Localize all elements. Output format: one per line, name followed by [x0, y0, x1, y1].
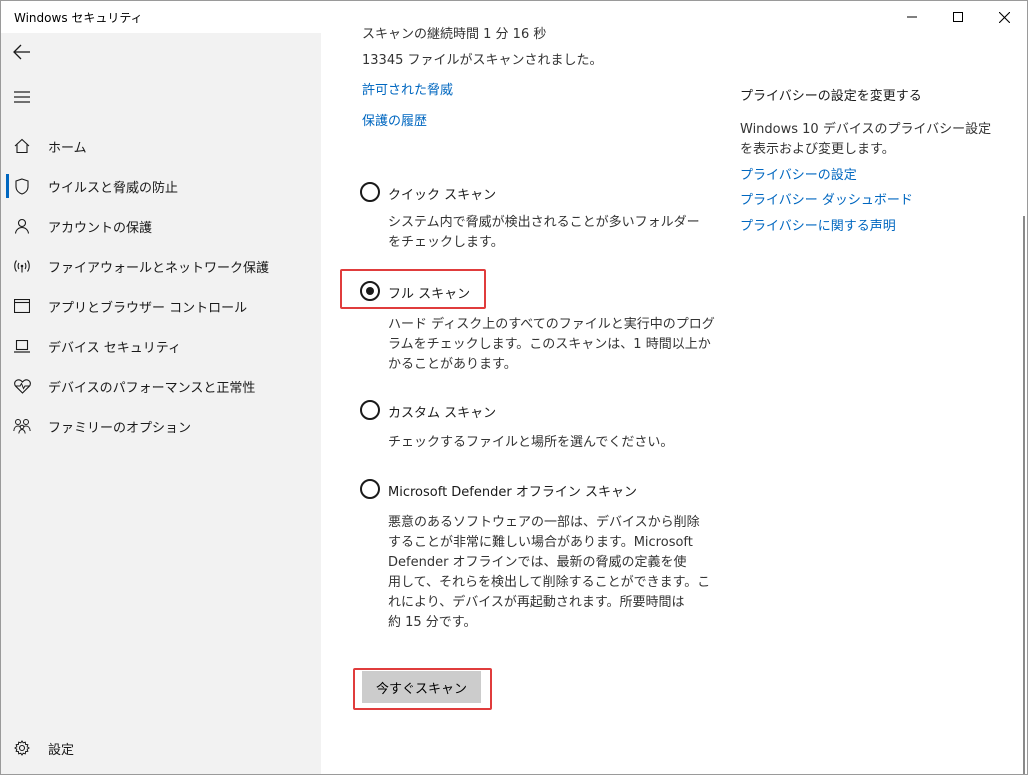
gear-icon	[13, 739, 31, 757]
person-icon	[13, 217, 31, 235]
sidebar-item-label: アプリとブラウザー コントロール	[48, 300, 248, 316]
scan-duration-text: スキャンの継続時間 1 分 16 秒	[362, 27, 547, 42]
full-scan-radio[interactable]	[360, 281, 380, 301]
privacy-description: Windows 10 デバイスのプライバシー設定	[740, 122, 992, 137]
close-icon	[998, 11, 1010, 23]
privacy-dashboard-link[interactable]: プライバシー ダッシュボード	[740, 189, 913, 208]
shield-icon	[13, 177, 31, 195]
option-description: 用して、それらを検出して削除することができます。こ	[388, 575, 711, 590]
sidebar-item-account-protection[interactable]: アカウントの保護	[1, 206, 321, 246]
app-window-icon	[13, 297, 31, 315]
sidebar-item-device-security[interactable]: デバイス セキュリティ	[1, 326, 321, 366]
option-description: Defender オフラインでは、最新の脅威の定義を使	[388, 555, 687, 570]
minimize-button[interactable]	[889, 1, 935, 33]
sidebar-item-label: ホーム	[48, 140, 87, 156]
sidebar-item-home[interactable]: ホーム	[1, 126, 321, 166]
sidebar-item-label: デバイス セキュリティ	[48, 340, 181, 356]
option-description: 約 15 分です。	[388, 615, 477, 630]
offline-scan-label[interactable]: Microsoft Defender オフライン スキャン	[388, 481, 637, 500]
privacy-description: を表示および変更します。	[740, 142, 895, 157]
custom-scan-radio[interactable]	[360, 400, 380, 420]
hamburger-icon	[14, 91, 30, 103]
scrollbar-thumb[interactable]	[1023, 216, 1025, 774]
quick-scan-label[interactable]: クイック スキャン	[388, 184, 496, 203]
option-description: をチェックします。	[388, 235, 504, 250]
option-description: れにより、デバイスが再起動されます。所要時間は	[388, 595, 685, 610]
app-window: Windows セキュリティ ホーム ウイルスと脅威の防止 アカウントの保護 フ…	[0, 0, 1028, 775]
sidebar-item-virus-protection[interactable]: ウイルスと脅威の防止	[1, 166, 321, 206]
sidebar-item-label: ファイアウォールとネットワーク保護	[48, 260, 270, 276]
home-icon	[13, 137, 31, 155]
sidebar-item-firewall[interactable]: ファイアウォールとネットワーク保護	[1, 246, 321, 286]
quick-scan-radio[interactable]	[360, 182, 380, 202]
sidebar-item-label: アカウントの保護	[48, 220, 153, 236]
full-scan-label[interactable]: フル スキャン	[388, 283, 470, 302]
privacy-statement-link[interactable]: プライバシーに関する声明	[740, 215, 896, 234]
sidebar-item-label: デバイスのパフォーマンスと正常性	[48, 380, 256, 396]
window-title: Windows セキュリティ	[14, 11, 143, 25]
sidebar: ホーム ウイルスと脅威の防止 アカウントの保護 ファイアウォールとネットワーク保…	[1, 33, 321, 774]
files-scanned-text: 13345 ファイルがスキャンされました。	[362, 53, 603, 68]
laptop-icon	[13, 337, 31, 355]
option-description: ハード ディスク上のすべてのファイルと実行中のプログ	[388, 317, 715, 332]
wireless-icon	[13, 257, 31, 275]
main-content: スキャンの継続時間 1 分 16 秒 13345 ファイルがスキャンされました。…	[321, 27, 1021, 774]
option-description: することが非常に難しい場合があります。Microsoft	[388, 535, 693, 550]
close-button[interactable]	[981, 1, 1027, 33]
option-description: 悪意のあるソフトウェアの一部は、デバイスから削除	[388, 515, 700, 530]
active-indicator	[6, 174, 9, 198]
option-description: ラムをチェックします。このスキャンは、1 時間以上か	[388, 337, 711, 352]
minimize-icon	[907, 16, 917, 18]
sidebar-item-label: 設定	[48, 742, 75, 758]
maximize-icon	[953, 12, 963, 22]
offline-scan-radio[interactable]	[360, 479, 380, 499]
scan-now-button[interactable]: 今すぐスキャン	[362, 671, 481, 703]
heart-pulse-icon	[13, 377, 31, 395]
radio-selected-dot	[366, 287, 374, 295]
allowed-threats-link[interactable]: 許可された脅威	[362, 79, 453, 98]
sidebar-item-device-performance[interactable]: デバイスのパフォーマンスと正常性	[1, 366, 321, 406]
privacy-section-title: プライバシーの設定を変更する	[740, 89, 922, 104]
option-description: チェックするファイルと場所を選んでください。	[388, 435, 674, 450]
privacy-settings-link[interactable]: プライバシーの設定	[740, 164, 857, 183]
option-description: かることがあります。	[388, 357, 517, 372]
family-icon	[13, 417, 31, 435]
custom-scan-label[interactable]: カスタム スキャン	[388, 402, 496, 421]
protection-history-link[interactable]: 保護の履歴	[362, 110, 427, 129]
menu-button[interactable]	[9, 84, 35, 110]
sidebar-item-family-options[interactable]: ファミリーのオプション	[1, 406, 321, 446]
sidebar-item-settings[interactable]: 設定	[1, 728, 321, 768]
option-description: システム内で脅威が検出されることが多いフォルダー	[388, 215, 700, 230]
maximize-button[interactable]	[935, 1, 981, 33]
back-button[interactable]	[9, 39, 35, 65]
back-arrow-icon	[13, 44, 30, 60]
sidebar-item-label: ファミリーのオプション	[48, 420, 192, 436]
sidebar-item-label: ウイルスと脅威の防止	[48, 180, 179, 196]
sidebar-item-app-browser-control[interactable]: アプリとブラウザー コントロール	[1, 286, 321, 326]
